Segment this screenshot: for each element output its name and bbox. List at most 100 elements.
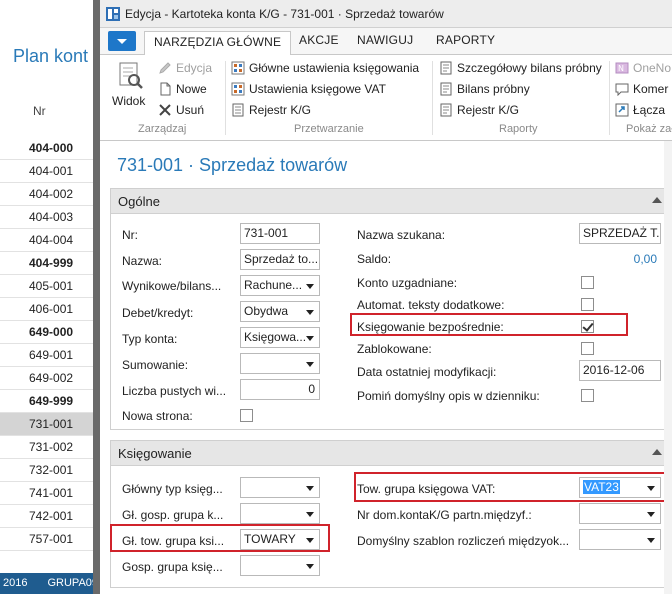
usun-button[interactable]: Usuń <box>158 100 204 120</box>
group-label-raporty: Raporty <box>499 123 538 135</box>
fasttab-ksiegowanie-header[interactable]: Księgowanie <box>111 441 672 466</box>
ribbon-tabs: NARZĘDZIA GŁÓWNE AKCJE NAWIGUJ RAPORTY <box>100 28 672 56</box>
tab-raporty[interactable]: RAPORTY <box>436 33 495 55</box>
posting-setup-icon <box>231 61 245 75</box>
fasttab-ksiegowanie-title: Księgowanie <box>118 446 192 461</box>
nowa-strona-checkbox[interactable] <box>240 409 253 422</box>
komentarze-label: Komer <box>633 82 669 96</box>
onenote-button[interactable]: N OneNo <box>615 58 671 78</box>
wynikowe-bilansowe-value: Rachune... <box>244 278 303 292</box>
tab-akcje[interactable]: AKCJE <box>299 33 339 55</box>
nazwa-field[interactable]: Sprzedaż to... <box>240 249 320 270</box>
table-row[interactable]: 404-002 <box>0 183 100 206</box>
rejestr-kg-button[interactable]: Rejestr K/G <box>231 100 311 120</box>
automat-teksty-label: Automat. teksty dodatkowe: <box>357 298 505 312</box>
sumowanie-label: Sumowanie: <box>122 358 189 372</box>
domyslny-szablon-rozliczen-select[interactable] <box>579 529 661 550</box>
rejestr-kg-report-label: Rejestr K/G <box>457 103 520 117</box>
group-label-zarzadzaj: Zarządzaj <box>138 123 187 135</box>
rejestr-kg-report-button[interactable]: Rejestr K/G <box>439 100 519 120</box>
table-row[interactable]: 732-001 <box>0 459 100 482</box>
pencil-icon <box>159 62 171 74</box>
bilans-probny-button[interactable]: Bilans próbny <box>439 79 530 99</box>
debet-kredyt-value: Obydwa <box>244 304 289 318</box>
glowny-typ-ksiegowania-label: Główny typ księg... <box>122 482 223 496</box>
typ-konta-label: Typ konta: <box>122 332 178 346</box>
table-row-selected[interactable]: 731-001 <box>0 413 100 436</box>
edycja-label: Edycja <box>176 61 213 75</box>
gl-gosp-grupa-label: Gł. gosp. grupa k... <box>122 508 224 522</box>
konto-uzgadniane-checkbox[interactable] <box>581 276 594 289</box>
table-row[interactable]: 404-004 <box>0 229 100 252</box>
fasttab-ogolne: Ogólne Nr: 731-001 Nazwa: Sprzedaż to...… <box>110 188 672 430</box>
nazwa-szukana-field[interactable]: SPRZEDAŻ T... <box>579 223 661 244</box>
nr-dom-konta-partn-label: Nr dom.kontaK/G partn.międzyf.: <box>357 508 532 522</box>
widok-button[interactable]: Widok <box>112 59 152 113</box>
title-bar[interactable]: Edycja - Kartoteka konta K/G - 731-001 ·… <box>100 0 672 28</box>
group-label-pokaz-zalaczone: Pokaż załą <box>626 123 672 135</box>
application-menu-button[interactable] <box>108 31 136 51</box>
table-row[interactable]: 406-001 <box>0 298 100 321</box>
data-ostatniej-modyfikacji-field[interactable]: 2016-12-06 <box>579 360 661 381</box>
debet-kredyt-select[interactable]: Obydwa <box>240 301 320 322</box>
highlight-gl-tow-grupa <box>110 524 330 552</box>
page-header: 731-001 · Sprzedaż towarów <box>100 141 672 187</box>
fasttab-ogolne-header[interactable]: Ogólne <box>111 189 672 214</box>
table-row[interactable]: 649-999 <box>0 390 100 413</box>
chevron-up-icon[interactable] <box>652 197 662 203</box>
wynikowe-bilansowe-select[interactable]: Rachune... <box>240 275 320 296</box>
debet-kredyt-label: Debet/kredyt: <box>122 306 194 320</box>
table-row[interactable]: 649-002 <box>0 367 100 390</box>
list-title: Plan kont <box>13 46 89 66</box>
card-window: Edycja - Kartoteka konta K/G - 731-001 ·… <box>93 0 672 594</box>
gosp-grupa-ksiegowa-select[interactable] <box>240 555 320 576</box>
ustawienia-vat-label: Ustawienia księgowe VAT <box>249 82 386 96</box>
tab-nawiguj[interactable]: NAWIGUJ <box>357 33 413 55</box>
links-icon <box>615 103 629 117</box>
nr-dom-konta-partn-select[interactable] <box>579 503 661 524</box>
table-row[interactable]: 731-002 <box>0 436 100 459</box>
table-row[interactable]: 742-001 <box>0 505 100 528</box>
glowne-ustawienia-button[interactable]: Główne ustawienia księgowania <box>231 58 419 78</box>
szczegolowy-bilans-label: Szczegółowy bilans próbny <box>457 61 602 75</box>
gl-gosp-grupa-select[interactable] <box>240 503 320 524</box>
automat-teksty-checkbox[interactable] <box>581 298 594 311</box>
gosp-grupa-ksiegowa-label: Gosp. grupa księ... <box>122 560 223 574</box>
highlight-ksiegowanie-bezposrednie <box>350 313 628 336</box>
table-row[interactable]: 649-000 <box>0 321 100 344</box>
ustawienia-vat-button[interactable]: Ustawienia księgowe VAT <box>231 79 386 99</box>
sumowanie-select[interactable] <box>240 353 320 374</box>
liczba-pustych-wierszy-field[interactable]: 0 <box>240 379 320 400</box>
typ-konta-select[interactable]: Księgowa... <box>240 327 320 348</box>
table-row[interactable]: 405-001 <box>0 275 100 298</box>
glowny-typ-ksiegowania-select[interactable] <box>240 477 320 498</box>
nowe-button[interactable]: Nowe <box>158 79 207 99</box>
column-header-nr[interactable]: Nr <box>33 104 46 118</box>
fasttab-ksiegowanie: Księgowanie Główny typ księg... Gł. gosp… <box>110 440 672 588</box>
status-year: 2016 <box>3 577 28 589</box>
rejestr-kg-label: Rejestr K/G <box>249 103 312 117</box>
vertical-scrollbar[interactable] <box>664 141 672 594</box>
zablokowane-checkbox[interactable] <box>581 342 594 355</box>
table-row[interactable]: 404-999 <box>0 252 100 275</box>
table-row[interactable]: 649-001 <box>0 344 100 367</box>
ribbon-divider <box>609 61 610 135</box>
table-row[interactable]: 757-001 <box>0 528 100 551</box>
fasttab-ogolne-title: Ogólne <box>118 194 160 209</box>
chevron-up-icon[interactable] <box>652 449 662 455</box>
szczegolowy-bilans-button[interactable]: Szczegółowy bilans próbny <box>439 58 602 78</box>
table-row[interactable]: 404-001 <box>0 160 100 183</box>
edycja-button[interactable]: Edycja <box>158 58 212 78</box>
table-row[interactable]: 404-000 <box>0 137 100 160</box>
tab-narzedzia-glowne[interactable]: NARZĘDZIA GŁÓWNE <box>144 31 292 56</box>
konto-uzgadniane-label: Konto uzgadniane: <box>357 276 458 290</box>
nr-field[interactable]: 731-001 <box>240 223 320 244</box>
lacza-button[interactable]: Łącza <box>615 100 665 120</box>
zablokowane-label: Zablokowane: <box>357 342 432 356</box>
new-document-icon <box>160 82 171 96</box>
table-row[interactable]: 741-001 <box>0 482 100 505</box>
pomin-domyslny-opis-checkbox[interactable] <box>581 389 594 402</box>
table-row[interactable]: 404-003 <box>0 206 100 229</box>
komentarze-button[interactable]: Komer <box>615 79 668 99</box>
saldo-value[interactable]: 0,00 <box>579 252 657 266</box>
